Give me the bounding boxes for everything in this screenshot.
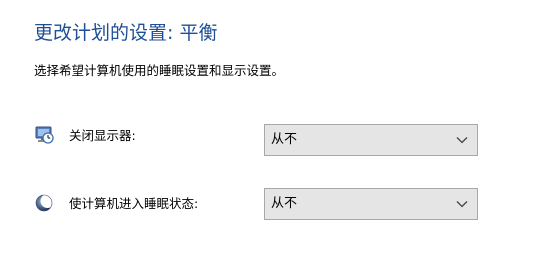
moon-icon: [35, 194, 55, 212]
sleep-label: 使计算机进入睡眠状态:: [69, 196, 199, 211]
page-subtitle: 选择希望计算机使用的睡眠设置和显示设置。: [34, 63, 285, 78]
chevron-down-icon: [456, 201, 468, 208]
monitor-clock-icon: [35, 126, 54, 144]
display-off-label: 关闭显示器:: [69, 128, 136, 143]
display-off-select-value: 从不: [271, 132, 298, 147]
sleep-select-value: 从不: [271, 196, 298, 211]
chevron-down-icon: [456, 137, 468, 144]
page-title: 更改计划的设置: 平衡: [34, 22, 218, 44]
sleep-select[interactable]: 从不: [264, 188, 478, 220]
display-off-select[interactable]: 从不: [264, 124, 478, 156]
